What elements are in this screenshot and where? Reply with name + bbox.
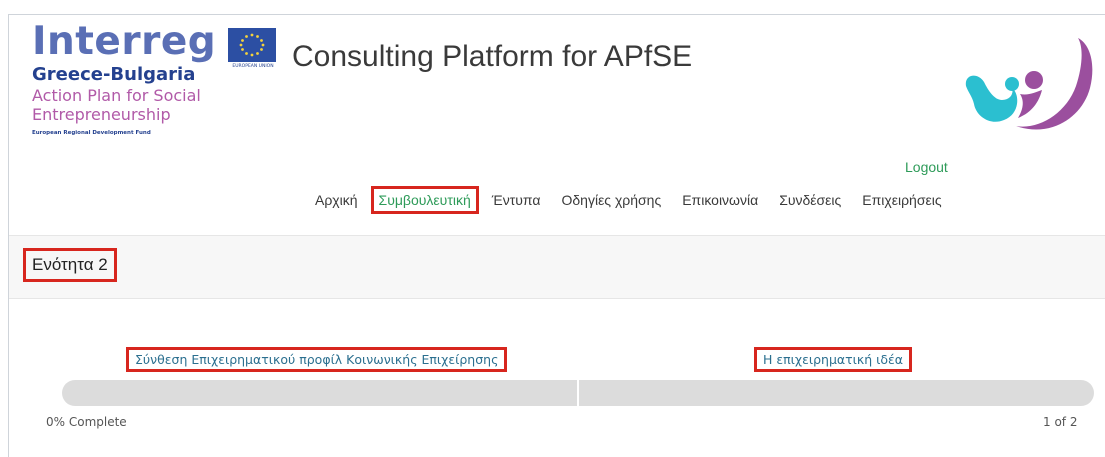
wizard-progress-bar — [62, 380, 1094, 406]
wizard-step-1-label[interactable]: Σύνθεση Επιχειρηματικού προφίλ Κοινωνική… — [125, 347, 508, 372]
nav-item-contact[interactable]: Επικοινωνία — [677, 189, 763, 211]
section-header-bar — [9, 235, 1105, 299]
nav-item-user-guide[interactable]: Οδηγίες χρήσης — [556, 189, 666, 211]
logo-brand-text: Interreg — [32, 19, 217, 64]
logout-link[interactable]: Logout — [905, 159, 948, 175]
page-top-margin — [0, 0, 1105, 14]
nav-item-consulting[interactable]: Συμβουλευτική — [370, 186, 479, 214]
nav-item-home[interactable]: Αρχική — [310, 189, 363, 211]
frame-top-border — [8, 14, 1105, 15]
nav-item-links[interactable]: Συνδέσεις — [774, 189, 846, 211]
nav-item-businesses[interactable]: Επιχειρήσεις — [857, 189, 946, 211]
logo-subtitle-text: Action Plan for Social Entrepreneurship — [32, 86, 201, 124]
nav-item-forms[interactable]: Έντυπα — [487, 189, 546, 211]
progress-page-count: 1 of 2 — [1043, 415, 1078, 429]
interreg-logo: Interreg Greece-Bulgaria Action Plan for… — [32, 19, 232, 137]
wizard-step-2-label[interactable]: Η επιχειρηματική ιδέα — [753, 347, 913, 372]
section-title: Ενότητα 2 — [23, 248, 117, 282]
eu-label: EUROPEAN UNION — [232, 64, 274, 69]
platform-title: Consulting Platform for APfSE — [292, 40, 693, 73]
eu-flag-icon — [228, 28, 276, 62]
people-embrace-icon — [958, 34, 1098, 134]
progress-step-divider — [577, 380, 579, 406]
progress-percent-label: 0% Complete — [46, 415, 127, 429]
main-nav: Αρχική Συμβουλευτική Έντυπα Οδηγίες χρήσ… — [310, 186, 958, 214]
logo-fund-text: European Regional Development Fund — [32, 130, 151, 136]
logo-region-text: Greece-Bulgaria — [32, 64, 196, 85]
